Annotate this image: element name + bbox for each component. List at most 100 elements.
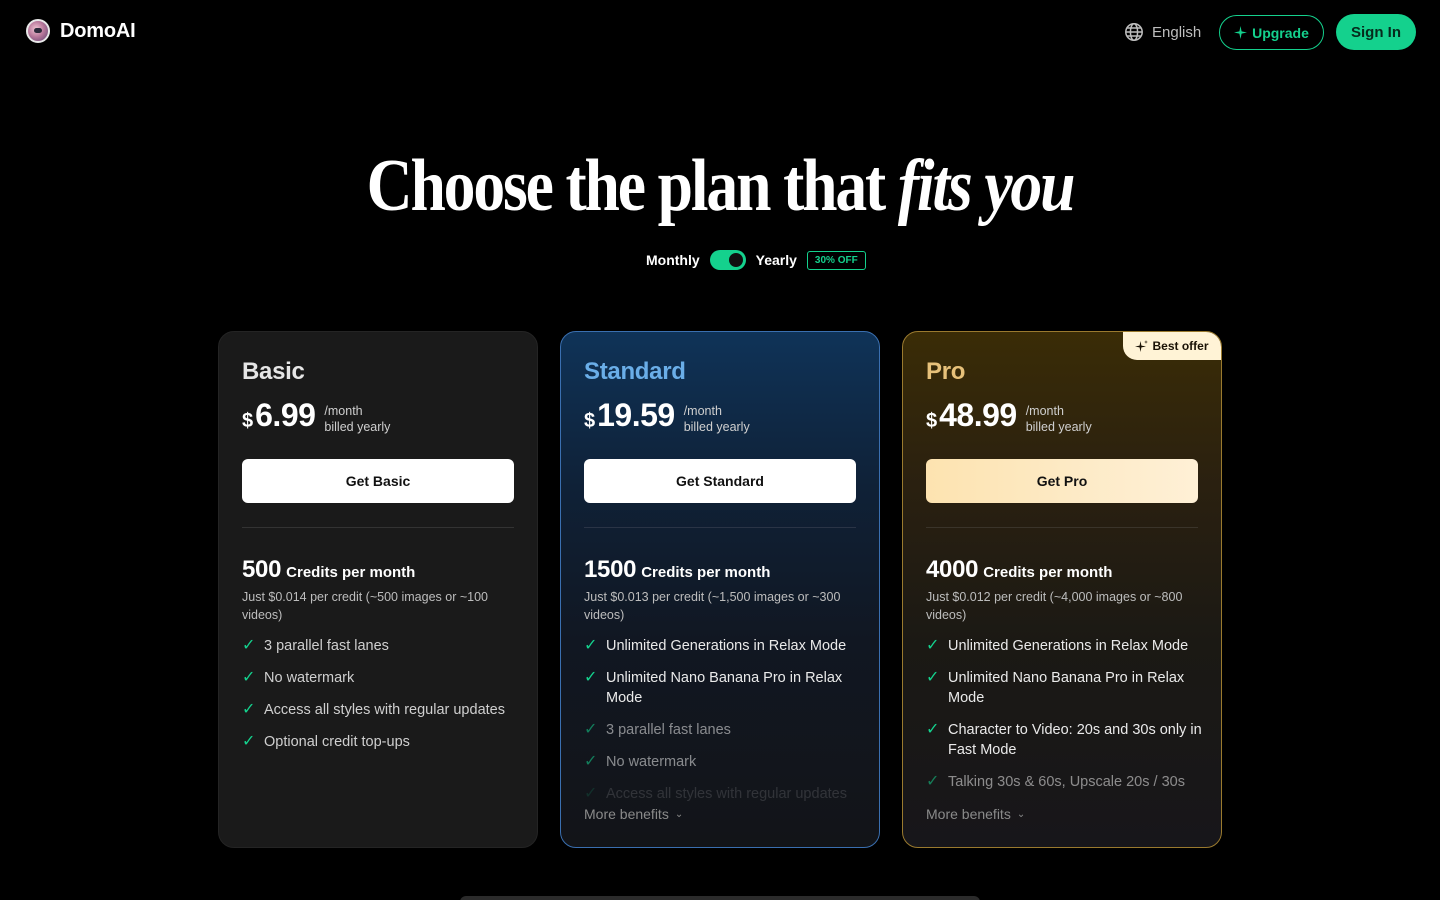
divider bbox=[926, 527, 1198, 528]
check-icon: ✓ bbox=[926, 773, 940, 790]
price-value: 19.59 bbox=[597, 397, 675, 433]
billing-toggle-switch[interactable] bbox=[709, 250, 746, 270]
feature-list: ✓ Unlimited Generations in Relax Mode ✓ Un… bbox=[926, 636, 1208, 804]
page-title: Choose the plan that fits you bbox=[101, 145, 1339, 227]
credit-note: Just $0.013 per credit (~1,500 images or… bbox=[584, 590, 841, 622]
upgrade-label: Upgrade bbox=[1252, 24, 1309, 41]
price-currency: $ bbox=[926, 410, 938, 432]
credits-amount: 500 bbox=[242, 556, 282, 583]
title-plain: Choose the plan that bbox=[366, 145, 898, 227]
price-per: /month bbox=[324, 404, 363, 418]
plan-card-basic: Basic $ 6.99 /month billed yearly Get Ba… bbox=[218, 331, 538, 848]
price-currency: $ bbox=[242, 410, 254, 432]
feature-item: ✓ Optional credit top-ups bbox=[242, 732, 524, 752]
more-benefits-label: More benefits bbox=[926, 806, 1011, 822]
best-offer-badge: Best offer bbox=[1123, 332, 1221, 360]
yearly-label[interactable]: Yearly bbox=[756, 252, 797, 268]
price-currency: $ bbox=[584, 410, 596, 432]
price: $ 19.59 /month billed yearly bbox=[584, 397, 750, 435]
price: $ 6.99 /month billed yearly bbox=[242, 397, 390, 435]
feature-item: ✓ Unlimited Generations in Relax Mode bbox=[584, 636, 866, 656]
top-nav: DomoAI English Upgrade Sign In bbox=[0, 0, 1440, 64]
check-icon: ✓ bbox=[584, 785, 598, 802]
plan-name: Standard bbox=[584, 358, 686, 385]
feature-list: ✓ Unlimited Generations in Relax Mode ✓ Un… bbox=[584, 636, 866, 816]
feature-item: ✓ Unlimited Generations in Relax Mode bbox=[926, 636, 1208, 656]
feature-item: ✓ Access all styles with regular updates bbox=[584, 784, 866, 804]
feature-text: Talking 30s & 60s, Upscale 20s / 30s bbox=[948, 774, 1185, 790]
feature-text: 3 parallel fast lanes bbox=[264, 638, 389, 654]
language-label: English bbox=[1152, 23, 1202, 41]
domoai-avatar-icon bbox=[26, 19, 50, 43]
feature-text: Unlimited Generations in Relax Mode bbox=[606, 638, 847, 654]
credits-amount: 1500 bbox=[584, 556, 637, 583]
credits: 4000 Credits per month bbox=[926, 556, 1112, 584]
credits-label: Credits per month bbox=[641, 564, 771, 581]
check-icon: ✓ bbox=[242, 701, 256, 718]
check-icon: ✓ bbox=[584, 753, 598, 770]
feature-text: Unlimited Generations in Relax Mode bbox=[948, 638, 1189, 654]
feature-item: ✓ No watermark bbox=[584, 752, 866, 772]
price: $ 48.99 /month billed yearly bbox=[926, 397, 1092, 435]
plan-name: Pro bbox=[926, 358, 966, 385]
price-value: 6.99 bbox=[255, 397, 316, 433]
credits: 500 Credits per month bbox=[242, 556, 415, 584]
title-italic: fits you bbox=[897, 145, 1076, 227]
price-per: /month bbox=[683, 404, 722, 418]
feature-text: Character to Video: 20s and 30s only in … bbox=[948, 722, 1202, 758]
more-benefits-link[interactable]: More benefits ⌄ bbox=[584, 806, 683, 822]
price-per: /month bbox=[1025, 404, 1064, 418]
check-icon: ✓ bbox=[584, 721, 598, 738]
check-icon: ✓ bbox=[242, 733, 256, 750]
get-pro-button[interactable]: Get Pro bbox=[926, 459, 1198, 503]
credits-label: Credits per month bbox=[286, 564, 416, 581]
language-selector[interactable]: English bbox=[1124, 22, 1201, 42]
discount-badge: 30% OFF bbox=[806, 250, 866, 270]
check-icon: ✓ bbox=[926, 721, 940, 738]
credits: 1500 Credits per month bbox=[584, 556, 770, 584]
credit-note: Just $0.014 per credit (~500 images or ~… bbox=[242, 590, 488, 622]
get-basic-button[interactable]: Get Basic bbox=[242, 459, 514, 503]
feature-list: ✓ 3 parallel fast lanes ✓ No watermark ✓ Ac… bbox=[242, 636, 524, 764]
feature-text: Access all styles with regular updates bbox=[264, 702, 505, 718]
check-icon: ✓ bbox=[242, 637, 256, 654]
feature-text: Optional credit top-ups bbox=[264, 734, 410, 750]
upgrade-button[interactable]: Upgrade bbox=[1219, 15, 1324, 50]
more-benefits-link[interactable]: More benefits ⌄ bbox=[926, 806, 1025, 822]
sparkle-icon bbox=[1234, 26, 1248, 39]
feature-text: No watermark bbox=[264, 670, 355, 686]
divider bbox=[242, 527, 514, 528]
feature-item: ✓ No watermark bbox=[242, 668, 524, 688]
sparkle-icon bbox=[1135, 339, 1149, 352]
price-period: /month billed yearly bbox=[684, 403, 750, 435]
feature-item: ✓ Talking 30s & 60s, Upscale 20s / 30s bbox=[926, 772, 1208, 792]
check-icon: ✓ bbox=[926, 669, 940, 686]
check-icon: ✓ bbox=[242, 669, 256, 686]
monthly-label[interactable]: Monthly bbox=[646, 252, 700, 268]
feature-item: ✓ 3 parallel fast lanes bbox=[584, 720, 866, 740]
credits-label: Credits per month bbox=[983, 564, 1113, 581]
brand-logo[interactable]: DomoAI bbox=[26, 19, 136, 43]
plan-name: Basic bbox=[242, 358, 305, 385]
feature-text: Unlimited Nano Banana Pro in Relax Mode bbox=[948, 670, 1185, 706]
feature-item: ✓ Character to Video: 20s and 30s only in… bbox=[926, 720, 1208, 760]
check-icon: ✓ bbox=[926, 637, 940, 654]
price-period: /month billed yearly bbox=[324, 403, 390, 435]
price-period: /month billed yearly bbox=[1026, 403, 1092, 435]
feature-item: ✓ Unlimited Nano Banana Pro in Relax Mode bbox=[926, 668, 1208, 708]
toggle-knob bbox=[728, 253, 743, 267]
get-standard-button[interactable]: Get Standard bbox=[584, 459, 856, 503]
price-billing: billed yearly bbox=[683, 420, 750, 434]
billing-toggle-row: Monthly Yearly 30% OFF bbox=[646, 249, 866, 271]
feature-item: ✓ Access all styles with regular updates bbox=[242, 700, 524, 720]
divider bbox=[584, 527, 856, 528]
credits-amount: 4000 bbox=[926, 556, 979, 583]
chevron-down-icon: ⌄ bbox=[1016, 808, 1026, 820]
chevron-down-icon: ⌄ bbox=[674, 808, 684, 820]
price-value: 48.99 bbox=[939, 397, 1017, 433]
price-billing: billed yearly bbox=[324, 420, 391, 434]
globe-icon bbox=[1125, 23, 1143, 41]
sign-in-button[interactable]: Sign In bbox=[1336, 14, 1416, 50]
check-icon: ✓ bbox=[584, 669, 598, 686]
feature-text: 3 parallel fast lanes bbox=[606, 722, 731, 738]
